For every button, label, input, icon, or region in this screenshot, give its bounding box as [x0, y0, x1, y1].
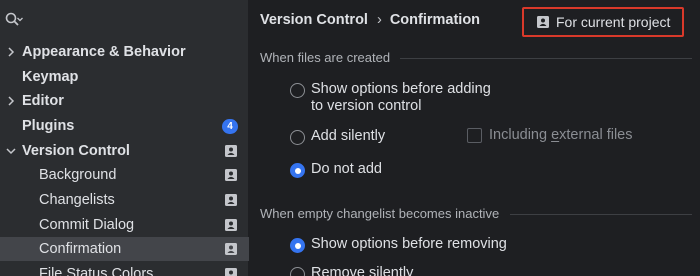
- sidebar-item-editor[interactable]: Editor: [0, 89, 249, 113]
- breadcrumb-parent[interactable]: Version Control: [260, 12, 368, 28]
- search-icon[interactable]: [4, 10, 24, 30]
- radio-button[interactable]: [290, 83, 305, 98]
- option-label: Show options before removing: [311, 236, 507, 252]
- sidebar-item-label: Version Control: [22, 143, 130, 159]
- sidebar-item-appearance[interactable]: Appearance & Behavior: [0, 40, 249, 64]
- radio-button-selected[interactable]: [290, 163, 305, 178]
- option-label-continued: to version control: [311, 98, 422, 114]
- radio-button[interactable]: [290, 267, 305, 276]
- sidebar-item-changelists[interactable]: Changelists: [0, 188, 249, 212]
- sidebar-item-label: Plugins: [22, 118, 75, 134]
- sidebar-item-label: File Status Colors: [39, 266, 154, 276]
- section-title-files-created: When files are created: [260, 50, 391, 65]
- page-title: Confirmation: [389, 12, 481, 28]
- section-title-empty-changelist: When empty changelist becomes inactive: [260, 206, 500, 221]
- project-scope-icon: [224, 267, 238, 276]
- project-scope-icon: [224, 242, 238, 256]
- checkbox[interactable]: [467, 127, 482, 143]
- radio-option-show-before-adding[interactable]: Show options before adding to version co…: [290, 81, 491, 115]
- settings-sidebar: Appearance & Behavior Keymap Editor Plug…: [0, 0, 249, 276]
- project-scope-icon: [536, 15, 550, 29]
- option-label: Do not add: [311, 161, 382, 177]
- sidebar-item-confirmation[interactable]: Confirmation: [0, 237, 249, 261]
- sidebar-item-label: Appearance & Behavior: [22, 44, 186, 60]
- chevron-right-icon[interactable]: [4, 94, 18, 108]
- radio-option-add-silently[interactable]: Add silently: [290, 128, 385, 145]
- checkbox-label: Including external files: [489, 127, 633, 143]
- radio-option-remove-silently[interactable]: Remove silently: [290, 265, 413, 276]
- project-scope-icon: [224, 218, 238, 232]
- scope-label: For current project: [556, 14, 671, 30]
- sidebar-item-label: Changelists: [39, 192, 115, 208]
- update-count-badge: 4: [222, 119, 238, 134]
- sidebar-item-label: Keymap: [22, 69, 79, 85]
- sidebar-item-label: Commit Dialog: [39, 217, 135, 233]
- option-label: Remove silently: [311, 265, 414, 276]
- radio-button[interactable]: [290, 130, 305, 145]
- sidebar-item-commit-dialog[interactable]: Commit Dialog: [0, 213, 249, 237]
- project-scope-icon: [224, 193, 238, 207]
- radio-button-selected[interactable]: [290, 238, 305, 253]
- breadcrumb-separator: ›: [376, 12, 382, 28]
- sidebar-item-background[interactable]: Background: [0, 163, 249, 187]
- project-scope-icon: [224, 144, 238, 158]
- section-divider: [510, 214, 692, 215]
- chevron-right-icon[interactable]: [4, 45, 18, 59]
- radio-option-do-not-add[interactable]: Do not add: [290, 161, 382, 178]
- sidebar-item-file-status-colors[interactable]: File Status Colors: [0, 262, 249, 276]
- project-scope-icon: [224, 168, 238, 182]
- including-external-files-checkbox-row[interactable]: Including external files: [467, 127, 633, 143]
- sidebar-item-version-control[interactable]: Version Control: [0, 139, 249, 163]
- sidebar-item-label: Editor: [22, 93, 64, 109]
- breadcrumb: Version Control › Confirmation: [260, 12, 480, 28]
- chevron-down-icon[interactable]: [4, 144, 18, 158]
- option-label: Show options before adding: [311, 81, 491, 97]
- for-current-project-button[interactable]: For current project: [522, 7, 684, 37]
- sidebar-item-plugins[interactable]: Plugins 4: [0, 114, 249, 138]
- radio-option-show-before-removing[interactable]: Show options before removing: [290, 236, 507, 253]
- sidebar-item-label: Confirmation: [39, 241, 122, 257]
- sidebar-item-label: Background: [39, 167, 117, 183]
- sidebar-item-keymap[interactable]: Keymap: [0, 65, 249, 89]
- section-divider: [400, 58, 692, 59]
- option-label: Add silently: [311, 128, 386, 144]
